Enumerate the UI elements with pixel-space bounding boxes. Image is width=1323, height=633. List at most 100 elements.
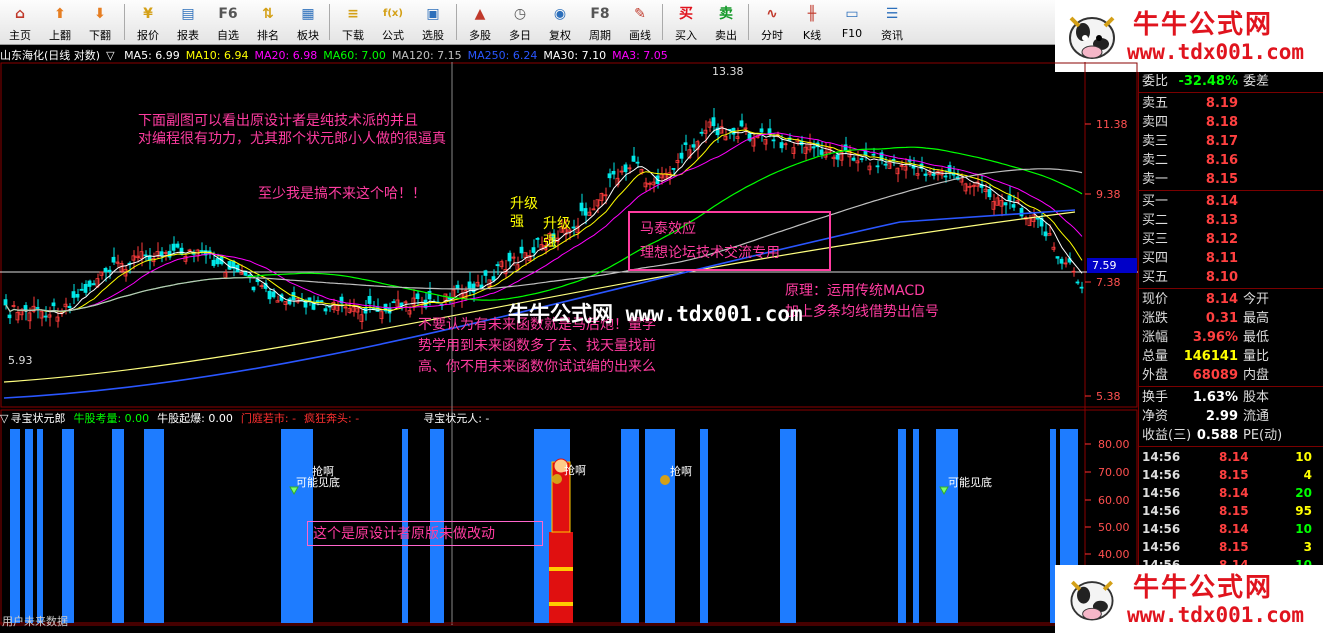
toolbar-quote-button[interactable]: ¥ 报价 — [128, 0, 168, 44]
row-label: 买一 — [1142, 194, 1169, 209]
candle-body — [875, 165, 880, 168]
kline-icon: ╫ — [807, 6, 817, 22]
row-label-2: 量比 — [1243, 349, 1270, 364]
sub-axis-label: 50.00 — [1098, 521, 1130, 534]
candle-body — [923, 173, 928, 176]
candle-body — [671, 168, 676, 170]
toolbar-separator — [329, 4, 330, 40]
price-axis-label: 9.38 — [1096, 188, 1121, 201]
bid-row: 买五 8.10 — [1139, 268, 1323, 287]
chevron-down-icon[interactable]: ▽ — [106, 49, 114, 62]
download-icon: ≡ — [347, 6, 359, 22]
upgrade-label-2: 升级 — [543, 216, 571, 232]
candle-body — [71, 291, 76, 298]
ask-row: 卖一 8.15 — [1139, 170, 1323, 189]
candle-body — [271, 291, 276, 298]
signal-bar — [144, 429, 164, 623]
candle-body — [583, 208, 588, 216]
candle-body — [111, 256, 116, 263]
toolbar-label: 卖出 — [715, 29, 737, 42]
toolbar-f8-button[interactable]: F8 周期 — [580, 0, 620, 44]
grab-signal-label: 抢啊 — [564, 463, 586, 477]
toolbar-kline-button[interactable]: ╫ K线 — [792, 0, 832, 44]
row-label: 换手 — [1142, 390, 1169, 405]
row-label-2: 委差 — [1243, 74, 1270, 89]
candle-body — [579, 202, 584, 212]
candle-body — [495, 264, 500, 267]
report-icon: ▤ — [181, 6, 195, 22]
toolbar-buy-button[interactable]: 买买入 — [666, 0, 706, 44]
toolbar-rank-button[interactable]: ⇅ 排名 — [248, 0, 288, 44]
tick-price: 8.14 — [1219, 450, 1249, 464]
ma-indicator: MA3: 7.05 — [612, 49, 668, 62]
toolbar-f6-button[interactable]: F6 自选 — [208, 0, 248, 44]
toolbar-up-arrow-button[interactable]: ⬆ 上翻 — [40, 0, 80, 44]
toolbar-intraday-button[interactable]: ∿ 分时 — [752, 0, 792, 44]
toolbar-draw-line-button[interactable]: ✎ 画线 — [620, 0, 660, 44]
news-icon: ☰ — [885, 6, 899, 22]
tick-price: 8.15 — [1219, 540, 1249, 554]
row-label: 卖一 — [1142, 172, 1169, 187]
chevron-down-icon[interactable]: ▽ — [0, 412, 8, 425]
toolbar-news-button[interactable]: ☰ 资讯 — [872, 0, 912, 44]
home-icon: ⌂ — [14, 6, 26, 22]
candle-body — [1019, 207, 1024, 217]
toolbar-down-arrow-button[interactable]: ⬇ 下翻 — [80, 0, 120, 44]
tick-price: 8.15 — [1219, 468, 1249, 482]
candle-body — [611, 170, 616, 175]
candle-body — [507, 252, 512, 262]
row-label: 涨幅 — [1142, 330, 1169, 345]
brand-name-bottom: 牛牛公式网 — [1133, 573, 1274, 603]
toolbar-formula-button[interactable]: f(x) 公式 — [373, 0, 413, 44]
row-value: 8.14 — [1205, 292, 1238, 307]
buy-icon: 买 — [679, 6, 693, 22]
candle-body — [1003, 202, 1008, 206]
tick-row: 14:56 8.15 3 — [1139, 538, 1323, 556]
grab-signal-label: 抢啊 — [670, 464, 692, 478]
toolbar-multi-day-button[interactable]: ◷ 多日 — [500, 0, 540, 44]
signal-bar — [112, 429, 124, 623]
tick-volume: 95 — [1295, 504, 1312, 518]
toolbar-label: 自选 — [217, 29, 239, 42]
signal-bar — [645, 429, 675, 623]
row-value: 2.99 — [1205, 409, 1238, 424]
candle-body — [871, 153, 876, 156]
tick-volume: 3 — [1303, 540, 1312, 554]
candle-body — [851, 157, 856, 161]
stock-title[interactable]: 山东海化(日线 对数) — [0, 49, 100, 62]
toolbar-sell-button[interactable]: 卖卖出 — [706, 0, 746, 44]
row-label: 卖五 — [1142, 96, 1169, 111]
row-value: 0.31 — [1205, 311, 1238, 326]
toolbar-multi-stock-button[interactable]: ▲ 多股 — [460, 0, 500, 44]
candle-body — [1007, 195, 1012, 202]
row-label: 外盘 — [1142, 368, 1169, 383]
panel-divider — [1139, 288, 1323, 289]
row-label: 涨跌 — [1142, 311, 1169, 326]
candle-body — [83, 283, 88, 293]
toolbar-sector-button[interactable]: ▦ 板块 — [288, 0, 328, 44]
row-label: 委比 — [1142, 74, 1169, 89]
row-value: 8.14 — [1205, 194, 1238, 209]
candle-body — [1035, 217, 1040, 220]
signal-bar — [913, 429, 919, 623]
row-value: 8.13 — [1205, 213, 1238, 228]
candle-body — [91, 283, 96, 286]
candle-body — [107, 269, 112, 272]
toolbar-label: 上翻 — [49, 29, 71, 42]
bid-row: 买一 8.14 — [1139, 192, 1323, 211]
toolbar-home-button[interactable]: ⌂ 主页 — [0, 0, 40, 44]
toolbar-stock-pick-button[interactable]: ▣ 选股 — [413, 0, 453, 44]
candle-body — [159, 251, 164, 256]
toolbar-separator — [456, 4, 457, 40]
toolbar-report-button[interactable]: ▤ 报表 — [168, 0, 208, 44]
toolbar-download-button[interactable]: ≡ 下载 — [333, 0, 373, 44]
row-value: -32.48% — [1178, 74, 1238, 89]
candle-body — [987, 189, 992, 198]
toolbar-f10-button[interactable]: ▭ F10 — [832, 0, 872, 44]
toolbar-restore-button[interactable]: ◉ 复权 — [540, 0, 580, 44]
tick-price: 8.14 — [1219, 486, 1249, 500]
signal-bar — [898, 429, 906, 623]
candle-body — [43, 315, 48, 318]
toolbar-label: 多日 — [509, 29, 531, 42]
toolbar-label: 复权 — [549, 29, 571, 42]
